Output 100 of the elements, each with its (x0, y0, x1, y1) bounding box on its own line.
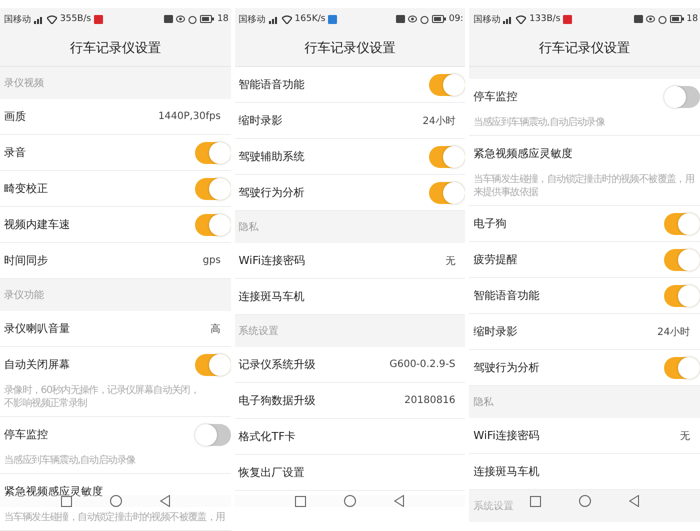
setting-description: 当感应到车辆震动,自动启动录像 (4, 454, 136, 468)
setting-value[interactable]: 高 (210, 322, 231, 336)
setting-label: 连接斑马车机 (473, 464, 540, 479)
setting-label: 连接斑马车机 (238, 289, 305, 304)
battery-icon (200, 15, 214, 23)
screen-title: 行车记录仪设置 (68, 40, 162, 58)
setting-label: 视频内建车速 (4, 217, 70, 232)
toggle-switch[interactable] (194, 354, 231, 376)
toggle-switch[interactable] (194, 424, 231, 446)
toggle-switch[interactable] (429, 182, 466, 204)
toggle-switch[interactable] (429, 74, 466, 96)
square-icon[interactable] (295, 496, 306, 506)
setting-label: 缩时录影 (238, 113, 283, 128)
signal-icon (34, 14, 44, 24)
setting-label: 恢复出厂设置 (238, 465, 305, 480)
setting-description: 录像时，60秒内无操作，记录仪屏幕自动关闭，不影响视频正常录制 (4, 384, 200, 411)
back-icon[interactable] (394, 495, 404, 507)
eye-icon (646, 15, 655, 23)
setting-value[interactable]: 24小时 (422, 114, 466, 128)
network-speed: 355B/s (60, 14, 92, 24)
back-icon[interactable] (629, 495, 640, 507)
wifi-icon (282, 14, 292, 24)
eye-icon (408, 15, 417, 23)
hd-icon (634, 15, 643, 23)
clock-time: 18 (217, 14, 229, 24)
setting-value[interactable]: 无 (680, 428, 700, 442)
setting-label: 自动关闭屏幕 (4, 357, 70, 372)
setting-label: 格式化TF卡 (238, 429, 296, 444)
toggle-switch[interactable] (194, 178, 231, 200)
section-header: 录仪视频 (0, 67, 231, 99)
setting-label: 停车监控 (473, 89, 518, 104)
setting-value[interactable]: 无 (445, 254, 466, 268)
setting-label: 缩时录影 (473, 324, 518, 339)
setting-label: 电子狗 (473, 216, 506, 231)
setting-label: 驾驶行为分析 (238, 185, 305, 200)
hd-icon (164, 15, 174, 23)
clock-time: 09: (448, 14, 464, 24)
toggle-switch[interactable] (194, 214, 231, 236)
toggle-switch[interactable] (194, 142, 231, 164)
network-speed: 133B/s (529, 14, 560, 24)
setting-label: 智能语音功能 (473, 288, 540, 303)
setting-label: 录音 (4, 145, 26, 160)
eye-icon (176, 15, 186, 23)
signal-icon (268, 14, 279, 24)
setting-value[interactable]: gps (202, 255, 231, 266)
screen-title: 行车记录仪设置 (303, 40, 396, 58)
setting-label: 疲劳提醒 (473, 252, 518, 267)
carrier-name: 国移动 (238, 14, 266, 26)
home-icon[interactable] (344, 495, 356, 507)
alarm-icon (188, 14, 198, 24)
clock-time: 18 (686, 14, 698, 24)
alarm-icon (420, 14, 429, 24)
setting-value[interactable]: G600-0.2.9-S (389, 359, 466, 370)
home-icon[interactable] (110, 495, 122, 507)
signal-icon (503, 14, 514, 24)
section-header: 系统设置 (234, 315, 466, 347)
toggle-switch[interactable] (664, 212, 700, 234)
toggle-switch[interactable] (664, 356, 700, 378)
setting-value[interactable]: 1440P,30fps (158, 111, 231, 122)
home-icon[interactable] (579, 495, 592, 507)
section-header: 隐私 (469, 386, 700, 418)
wifi-icon (516, 14, 526, 24)
setting-value[interactable]: 24小时 (657, 324, 700, 338)
setting-label: 紧急视频感应灵敏度 (4, 484, 103, 499)
battery-icon (432, 15, 446, 23)
setting-label: 画质 (4, 109, 26, 124)
carrier-name: 国移动 (4, 14, 31, 26)
toggle-switch[interactable] (664, 284, 700, 306)
setting-label: WiFi连接密码 (238, 253, 305, 268)
setting-label: 录仪喇叭音量 (4, 321, 70, 336)
setting-label: 记录仪系统升级 (238, 357, 316, 372)
network-speed: 165K/s (294, 14, 326, 24)
screen-title: 行车记录仪设置 (538, 40, 632, 58)
alarm-icon (658, 14, 667, 24)
hd-icon (396, 15, 405, 23)
toggle-switch[interactable] (664, 248, 700, 270)
setting-label: 畸变校正 (4, 181, 48, 196)
battery-icon (670, 15, 684, 23)
setting-label: 驾驶行为分析 (473, 360, 540, 375)
setting-label: 电子狗数据升级 (238, 393, 316, 408)
section-header: 系统设置 (469, 490, 700, 522)
setting-label: 智能语音功能 (238, 77, 305, 92)
setting-description: 当车辆发生碰撞，自动锁定撞击时的视频不被覆盖，用来提供事故依据 (473, 173, 696, 200)
carrier-name: 国移动 (473, 14, 500, 26)
setting-label: 驾驶辅助系统 (238, 149, 305, 164)
wifi-icon (47, 14, 57, 24)
square-icon[interactable] (60, 496, 72, 506)
toggle-switch[interactable] (664, 86, 700, 108)
square-icon[interactable] (530, 496, 542, 506)
setting-label: 停车监控 (4, 427, 48, 442)
setting-value[interactable]: 20180816 (404, 395, 466, 406)
setting-label: WiFi连接密码 (473, 428, 540, 443)
setting-description: 当车辆发生碰撞，自动锁定撞击时的视频不被覆盖，用 (4, 511, 225, 525)
back-icon[interactable] (160, 495, 170, 507)
section-header: 隐私 (234, 211, 466, 243)
setting-label: 时间同步 (4, 253, 48, 268)
setting-label: 紧急视频感应灵敏度 (473, 146, 572, 161)
toggle-switch[interactable] (429, 146, 466, 168)
setting-description: 当感应到车辆震动,自动启动录像 (473, 116, 605, 130)
section-header: 录仪功能 (0, 279, 231, 311)
